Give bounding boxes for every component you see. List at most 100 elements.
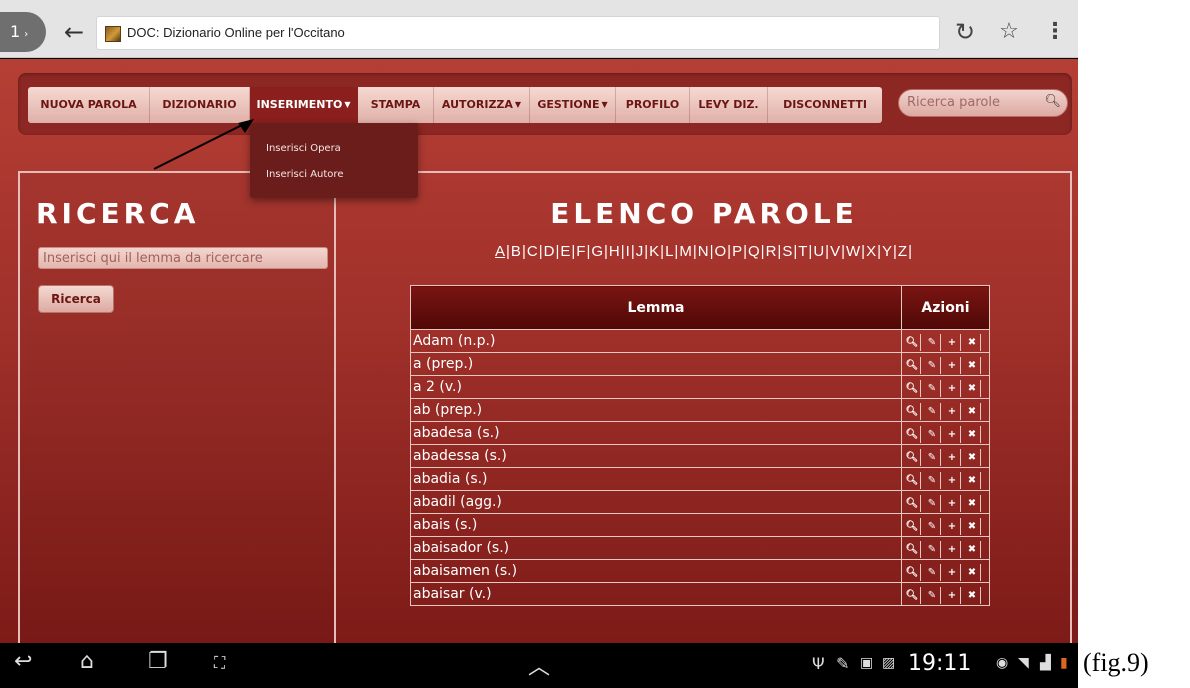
tab-switcher-button[interactable]: 1 › xyxy=(0,12,46,52)
letter-link-n[interactable]: N xyxy=(698,243,709,260)
letter-link-x[interactable]: X xyxy=(866,243,876,260)
view-icon[interactable]: 🔍︎ xyxy=(904,471,921,489)
view-icon[interactable]: 🔍︎ xyxy=(904,356,921,374)
letter-link-f[interactable]: F xyxy=(576,243,585,260)
lemma-cell[interactable]: Adam (n.p.) xyxy=(410,329,902,353)
letter-link-i[interactable]: I xyxy=(626,243,630,260)
search-button[interactable]: Ricerca xyxy=(38,285,114,313)
view-icon[interactable]: 🔍︎ xyxy=(904,517,921,535)
lemma-cell[interactable]: abaisador (s.) xyxy=(410,536,902,560)
edit-icon[interactable]: ✎ xyxy=(924,425,941,443)
delete-icon[interactable]: ✖ xyxy=(964,356,981,374)
letter-link-d[interactable]: D xyxy=(544,243,555,260)
delete-icon[interactable]: ✖ xyxy=(964,402,981,420)
screenshot-icon[interactable]: ⛶ xyxy=(214,653,225,673)
lemma-cell[interactable]: abadessa (s.) xyxy=(410,444,902,468)
delete-icon[interactable]: ✖ xyxy=(964,333,981,351)
delete-icon[interactable]: ✖ xyxy=(964,448,981,466)
back-arrow-icon[interactable]: ← xyxy=(56,16,92,48)
system-recents-icon[interactable]: ❐ xyxy=(148,649,168,674)
nav-item-inserimento[interactable]: INSERIMENTO ▼ xyxy=(250,87,358,123)
view-icon[interactable]: 🔍︎ xyxy=(904,402,921,420)
letter-link-m[interactable]: M xyxy=(679,243,692,260)
letter-link-o[interactable]: O xyxy=(714,243,726,260)
delete-icon[interactable]: ✖ xyxy=(964,563,981,581)
view-icon[interactable]: 🔍︎ xyxy=(904,494,921,512)
view-icon[interactable]: 🔍︎ xyxy=(904,540,921,558)
nav-item-gestione[interactable]: GESTIONE ▼ xyxy=(530,87,616,123)
add-icon[interactable]: + xyxy=(944,517,961,535)
edit-icon[interactable]: ✎ xyxy=(924,563,941,581)
view-icon[interactable]: 🔍︎ xyxy=(904,425,921,443)
letter-link-g[interactable]: G xyxy=(591,243,603,260)
nav-item-profilo[interactable]: PROFILO xyxy=(616,87,690,123)
letter-link-j[interactable]: J xyxy=(636,243,644,260)
delete-icon[interactable]: ✖ xyxy=(964,540,981,558)
nav-item-levy-diz[interactable]: LEVY DIZ. xyxy=(690,87,768,123)
delete-icon[interactable]: ✖ xyxy=(964,379,981,397)
add-icon[interactable]: + xyxy=(944,471,961,489)
nav-item-autorizza[interactable]: AUTORIZZA ▼ xyxy=(434,87,530,123)
edit-icon[interactable]: ✎ xyxy=(924,471,941,489)
letter-link-a[interactable]: A xyxy=(495,243,505,260)
edit-icon[interactable]: ✎ xyxy=(924,586,941,604)
add-icon[interactable]: + xyxy=(944,494,961,512)
add-icon[interactable]: + xyxy=(944,563,961,581)
letter-link-t[interactable]: T xyxy=(798,243,807,260)
view-icon[interactable]: 🔍︎ xyxy=(904,333,921,351)
letter-link-u[interactable]: U xyxy=(813,243,824,260)
letter-link-w[interactable]: W xyxy=(846,243,860,260)
lemma-search-field[interactable]: Inserisci qui il lemma da ricercare xyxy=(38,247,328,269)
system-home-icon[interactable]: ⌂ xyxy=(80,649,94,674)
menu-item-inserisci-autore[interactable]: Inserisci Autore xyxy=(266,169,343,180)
add-icon[interactable]: + xyxy=(944,379,961,397)
delete-icon[interactable]: ✖ xyxy=(964,425,981,443)
letter-link-c[interactable]: C xyxy=(527,243,538,260)
lemma-cell[interactable]: a 2 (v.) xyxy=(410,375,902,399)
overflow-menu-icon[interactable]: ⋮ xyxy=(1040,16,1070,48)
letter-link-k[interactable]: K xyxy=(649,243,659,260)
lemma-cell[interactable]: abadil (agg.) xyxy=(410,490,902,514)
add-icon[interactable]: + xyxy=(944,448,961,466)
lemma-cell[interactable]: abaisar (v.) xyxy=(410,582,902,606)
view-icon[interactable]: 🔍︎ xyxy=(904,586,921,604)
delete-icon[interactable]: ✖ xyxy=(964,517,981,535)
edit-icon[interactable]: ✎ xyxy=(924,540,941,558)
letter-link-s[interactable]: S xyxy=(782,243,792,260)
reload-icon[interactable]: ↻ xyxy=(948,16,982,48)
letter-link-v[interactable]: V xyxy=(830,243,840,260)
add-icon[interactable]: + xyxy=(944,425,961,443)
delete-icon[interactable]: ✖ xyxy=(964,494,981,512)
edit-icon[interactable]: ✎ xyxy=(924,448,941,466)
edit-icon[interactable]: ✎ xyxy=(924,379,941,397)
letter-link-z[interactable]: Z xyxy=(898,243,907,260)
edit-icon[interactable]: ✎ xyxy=(924,517,941,535)
letter-link-e[interactable]: E xyxy=(560,243,570,260)
lemma-cell[interactable]: abaisamen (s.) xyxy=(410,559,902,583)
delete-icon[interactable]: ✖ xyxy=(964,471,981,489)
view-icon[interactable]: 🔍︎ xyxy=(904,563,921,581)
letter-link-h[interactable]: H xyxy=(609,243,620,260)
letter-link-b[interactable]: B xyxy=(511,243,521,260)
nav-item-nuova-parola[interactable]: NUOVA PAROLA xyxy=(28,87,150,123)
lemma-cell[interactable]: ab (prep.) xyxy=(410,398,902,422)
nav-item-stampa[interactable]: STAMPA xyxy=(358,87,434,123)
view-icon[interactable]: 🔍︎ xyxy=(904,379,921,397)
search-icon[interactable]: 🔍︎ xyxy=(1044,94,1061,109)
letter-link-r[interactable]: R xyxy=(766,243,777,260)
lemma-cell[interactable]: abadesa (s.) xyxy=(410,421,902,445)
bookmark-star-icon[interactable]: ☆ xyxy=(992,16,1026,48)
lemma-cell[interactable]: abais (s.) xyxy=(410,513,902,537)
word-search-input[interactable]: Ricerca parole 🔍︎ xyxy=(898,89,1068,117)
edit-icon[interactable]: ✎ xyxy=(924,494,941,512)
letter-link-q[interactable]: Q xyxy=(748,243,760,260)
add-icon[interactable]: + xyxy=(944,586,961,604)
add-icon[interactable]: + xyxy=(944,356,961,374)
add-icon[interactable]: + xyxy=(944,402,961,420)
menu-item-inserisci-opera[interactable]: Inserisci Opera xyxy=(266,143,341,154)
delete-icon[interactable]: ✖ xyxy=(964,586,981,604)
system-up-chevron-icon[interactable]: ︿ xyxy=(528,649,550,681)
letter-link-p[interactable]: P xyxy=(732,243,742,260)
edit-icon[interactable]: ✎ xyxy=(924,356,941,374)
edit-icon[interactable]: ✎ xyxy=(924,402,941,420)
